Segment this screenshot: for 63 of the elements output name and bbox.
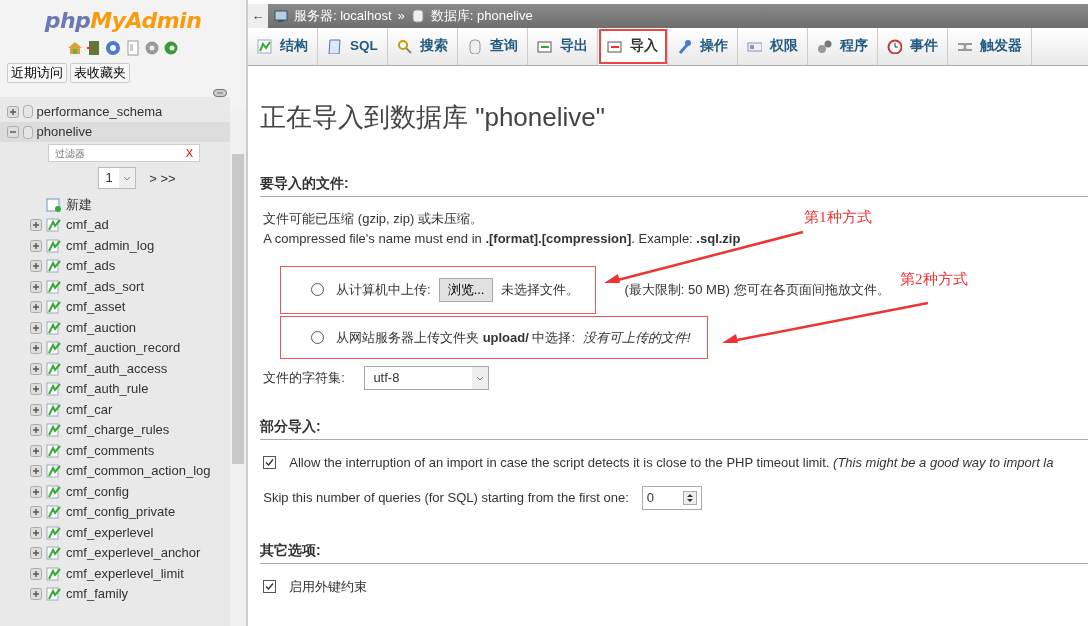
table-name[interactable]: cmf_experlevel_limit bbox=[66, 563, 184, 584]
charset-select[interactable]: utf-8 bbox=[364, 365, 490, 390]
annotation-text: 第1种方式 bbox=[804, 208, 872, 227]
option-label: Skip this number of queries (for SQL) starting from the first one: bbox=[263, 489, 629, 508]
table-name[interactable]: cmf_common_action_log bbox=[66, 461, 211, 481]
menu-tab[interactable]: 导入 bbox=[597, 28, 668, 65]
table-name[interactable]: cmf_family bbox=[66, 584, 129, 604]
page-title: 正在导入到数据库 "phonelive" bbox=[260, 101, 606, 134]
file-status: 未选择文件。 bbox=[501, 281, 580, 299]
table-name[interactable]: cmf_ad bbox=[66, 215, 109, 235]
menu-tab[interactable]: 操作 bbox=[667, 28, 738, 65]
clear-button[interactable]: X bbox=[185, 145, 193, 162]
number-field[interactable]: 0 bbox=[641, 486, 702, 510]
annotation-text: 第2种方式 bbox=[900, 270, 968, 289]
table-name[interactable]: cmf_experlevel bbox=[66, 522, 154, 543]
source-label: 从计算机中上传: bbox=[336, 281, 431, 299]
section-heading: 其它选项: bbox=[260, 540, 1088, 564]
menu-tab[interactable]: 查询 bbox=[457, 28, 528, 65]
table-name[interactable]: cmf_ads bbox=[66, 256, 116, 276]
option-label: 启用外键约束 bbox=[289, 578, 368, 596]
menu-tab[interactable]: 权限 bbox=[737, 28, 808, 65]
note-text: A compressed file's name must end in .[format].[compression]. Example: .sql.zip bbox=[263, 229, 741, 248]
menu-tab[interactable]: 搜索 bbox=[387, 28, 458, 65]
table-name[interactable]: cmf_auction_record bbox=[66, 338, 181, 358]
table-name[interactable]: cmf_config_private bbox=[66, 502, 176, 522]
sidebar-tab[interactable]: 表收藏夹 bbox=[69, 62, 130, 83]
section-heading: 要导入的文件: bbox=[260, 173, 1088, 197]
table-name[interactable]: cmf_auth_access bbox=[66, 358, 168, 379]
note-text: 文件可能已压缩 (gzip, zip) 或未压缩。 bbox=[263, 210, 483, 228]
menu-tab[interactable]: 事件 bbox=[877, 28, 948, 65]
breadcrumb-link[interactable]: 服务器: localhost bbox=[294, 6, 392, 26]
option-label: Allow the interruption of an import in case the script detects it is close to the PHP timeout limit. (This might be a good way to import la bbox=[289, 453, 1054, 472]
table-name[interactable]: cmf_admin_log bbox=[66, 235, 155, 256]
table-name[interactable]: cmf_experlevel_anchor bbox=[66, 543, 201, 563]
new-table-link[interactable]: 新建 bbox=[66, 194, 92, 215]
table-name[interactable]: cmf_auction bbox=[66, 317, 137, 338]
file-status: 没有可上传的文件! bbox=[583, 328, 691, 347]
table-name[interactable]: cmf_car bbox=[66, 399, 113, 420]
menu-tab[interactable]: 触发器 bbox=[947, 28, 1032, 65]
next-pages-link[interactable]: > >> bbox=[149, 168, 176, 188]
table-name[interactable]: cmf_config bbox=[66, 481, 129, 502]
table-name[interactable]: cmf_charge_rules bbox=[66, 420, 170, 440]
breadcrumb-separator: » bbox=[397, 7, 405, 26]
table-name[interactable]: cmf_auth_rule bbox=[66, 379, 149, 399]
table-name[interactable]: cmf_ads_sort bbox=[66, 276, 145, 297]
logo[interactable]: phpMyAdmin bbox=[0, 4, 246, 37]
table-name[interactable]: cmf_comments bbox=[66, 440, 155, 461]
back-button[interactable]: ← bbox=[248, 4, 268, 28]
size-limit-text: (最大限制: 50 MB) 您可在各页面间拖放文件。 bbox=[624, 281, 890, 299]
table-name[interactable]: cmf_asset bbox=[66, 297, 126, 317]
browse-button[interactable]: 浏览... bbox=[438, 278, 494, 302]
charset-label: 文件的字符集: bbox=[263, 368, 345, 387]
database-name[interactable]: performance_schema bbox=[36, 101, 163, 122]
source-label: 从网站服务器上传文件夹 upload/ 中选择: bbox=[336, 328, 576, 347]
breadcrumb-link[interactable]: 数据库: phonelive bbox=[430, 6, 533, 26]
sidebar-tab[interactable]: 近期访问 bbox=[6, 62, 67, 83]
menu-tab[interactable]: SQL bbox=[318, 28, 388, 65]
page-select[interactable]: 1 bbox=[98, 167, 137, 190]
filter-field[interactable]: 过滤器 X bbox=[48, 144, 200, 163]
menu-tab[interactable]: 导出 bbox=[527, 28, 598, 65]
section-heading: 部分导入: bbox=[260, 415, 1088, 440]
menu-tab[interactable]: 结构 bbox=[248, 28, 318, 65]
menu-tab[interactable]: 程序 bbox=[807, 28, 878, 65]
